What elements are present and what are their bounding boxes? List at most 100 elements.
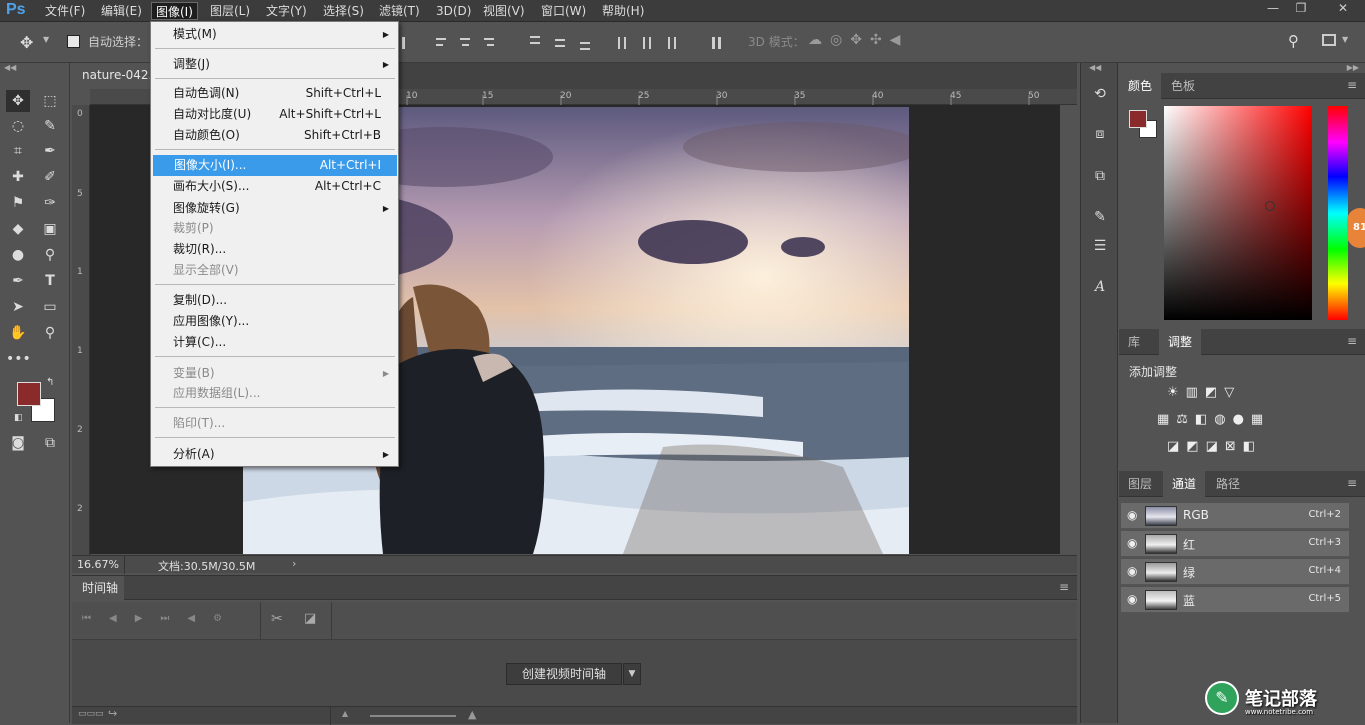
history-icon[interactable]: ⟲ (1089, 83, 1111, 105)
properties-icon[interactable]: ⧉ (1089, 165, 1111, 187)
stamp-tool-icon[interactable]: ⚑ (6, 192, 30, 214)
marquee-tool-icon[interactable]: ⬚ (38, 90, 62, 112)
tab-adjustments[interactable]: 调整 (1159, 329, 1202, 355)
chevron-down-icon[interactable]: ▼ (623, 663, 641, 685)
gradient-icon[interactable]: ▣ (38, 218, 62, 240)
foreground-color-swatch[interactable] (17, 382, 41, 406)
export-icon[interactable]: ↪ (108, 707, 117, 720)
menu-layer[interactable]: 图层(L) (206, 2, 254, 20)
color-field[interactable] (1164, 106, 1312, 320)
path-select-icon[interactable]: ➤ (6, 296, 30, 318)
notification-badge[interactable]: 81 (1347, 208, 1365, 248)
panel-menu-icon[interactable]: ≡ (1347, 334, 1357, 348)
blur-tool-icon[interactable]: ● (6, 244, 30, 266)
swap-colors-icon[interactable]: ↰ (46, 377, 54, 388)
eye-icon[interactable]: ◉ (1127, 564, 1141, 578)
tab-paths[interactable]: 路径 (1207, 471, 1249, 497)
foreground-color-swatch[interactable] (1129, 110, 1147, 128)
channel-row-rgb[interactable]: ◉ RGB Ctrl+2 (1121, 503, 1349, 529)
menu-item-image-rotation[interactable]: 图像旋转(G) ▶ (152, 198, 397, 219)
invert-icon[interactable]: ◪◩◪⊠◧ (1167, 439, 1262, 454)
tab-libraries[interactable]: 库 (1119, 329, 1149, 355)
panel-menu-icon[interactable]: ≡ (1347, 78, 1357, 92)
channel-row-red[interactable]: ◉ 红 Ctrl+3 (1121, 531, 1349, 557)
color-picker-cursor[interactable] (1265, 201, 1275, 211)
screen-mode-icon[interactable]: ⧉ (38, 432, 62, 454)
render-icon[interactable]: ▭▭▭ (78, 709, 104, 719)
menu-item-image-size[interactable]: 图像大小(I)... Alt+Ctrl+I (153, 155, 397, 176)
menu-item-auto-contrast[interactable]: 自动对比度(U) Alt+Shift+Ctrl+L (152, 104, 397, 125)
menu-item-auto-color[interactable]: 自动颜色(O) Shift+Ctrl+B (152, 125, 397, 146)
eraser-icon[interactable]: ◆ (6, 218, 30, 240)
3d-tools-icon[interactable]: ☁◎✥✣◀ (808, 32, 908, 48)
default-colors-icon[interactable]: ◧ (14, 413, 23, 423)
move-tool-icon[interactable]: ✥ (6, 90, 30, 112)
brush-tool-icon[interactable]: ✐ (38, 166, 62, 188)
eyedropper-icon[interactable]: ✒ (38, 140, 62, 162)
zoom-in-icon[interactable]: ▲ (468, 708, 476, 721)
quick-mask-icon[interactable]: ◙ (6, 432, 30, 454)
healing-brush-icon[interactable]: ✚ (6, 166, 30, 188)
character-icon[interactable]: A (1089, 276, 1111, 298)
menu-item-apply-image[interactable]: 应用图像(Y)... (152, 311, 397, 332)
menu-file[interactable]: 文件(F) (41, 2, 89, 20)
tab-swatches[interactable]: 色板 (1162, 73, 1204, 99)
auto-select-checkbox[interactable] (67, 35, 80, 48)
close-icon[interactable]: ✕ (1328, 0, 1358, 16)
panel-menu-icon[interactable]: ≡ (1347, 476, 1357, 490)
brush-settings-icon[interactable]: ✎ (1089, 206, 1111, 228)
zoom-level[interactable]: 16.67% (77, 558, 119, 571)
tab-channels[interactable]: 通道 (1163, 471, 1206, 497)
scissors-icon[interactable]: ✂ (271, 611, 283, 627)
chevron-down-icon[interactable]: ▼ (1342, 35, 1348, 44)
eye-icon[interactable]: ◉ (1127, 508, 1141, 522)
chevron-right-icon[interactable]: › (292, 557, 296, 570)
menu-3d[interactable]: 3D(D) (432, 2, 475, 20)
tab-timeline[interactable]: 时间轴 (72, 576, 124, 600)
history-brush-icon[interactable]: ✑ (38, 192, 62, 214)
pen-tool-icon[interactable]: ✒ (6, 270, 30, 292)
zoom-slider[interactable] (370, 715, 456, 717)
document-tab[interactable]: nature-042.j (72, 63, 152, 89)
type-tool-icon[interactable]: T (38, 270, 62, 292)
transition-icon[interactable]: ◪ (304, 611, 316, 626)
menu-edit[interactable]: 编辑(E) (97, 2, 146, 20)
hue-slider[interactable] (1328, 106, 1348, 320)
restore-icon[interactable]: ❐ (1290, 0, 1312, 16)
playback-controls-icon[interactable]: ⏮◀▶⏭◀⚙ (82, 613, 240, 624)
menu-filter[interactable]: 滤镜(T) (375, 2, 424, 20)
menu-help[interactable]: 帮助(H) (598, 2, 648, 20)
hue-sat-icon[interactable]: ▦⚖◧◍●▦ (1157, 412, 1270, 427)
hand-tool-icon[interactable]: ✋ (6, 322, 30, 344)
quick-select-icon[interactable]: ✎ (38, 115, 62, 137)
brightness-icon[interactable]: ☀▥◩▽ (1167, 385, 1241, 400)
menu-view[interactable]: 视图(V) (479, 2, 529, 20)
menu-item-mode[interactable]: 模式(M) ▶ (152, 24, 397, 45)
minimize-icon[interactable]: — (1262, 0, 1284, 16)
menu-item-calculations[interactable]: 计算(C)... (152, 332, 397, 353)
zoom-out-icon[interactable]: ▲ (342, 709, 348, 718)
more-tools-icon[interactable]: ••• (6, 348, 31, 370)
channel-row-green[interactable]: ◉ 绿 Ctrl+4 (1121, 559, 1349, 585)
tab-color[interactable]: 颜色 (1119, 73, 1162, 99)
menu-type[interactable]: 文字(Y) (262, 2, 311, 20)
eye-icon[interactable]: ◉ (1127, 592, 1141, 606)
tab-layers[interactable]: 图层 (1119, 471, 1161, 497)
3d-cube-icon[interactable]: ⧈ (1089, 123, 1111, 145)
eye-icon[interactable]: ◉ (1127, 536, 1141, 550)
collapse-icon[interactable]: ◀◀ (1089, 63, 1101, 72)
menu-image[interactable]: 图像(I) (151, 2, 198, 20)
collapse-icon[interactable]: ◀◀ (4, 63, 16, 72)
create-video-timeline-button[interactable]: 创建视频时间轴 (506, 663, 622, 685)
menu-window[interactable]: 窗口(W) (537, 2, 590, 20)
move-tool-icon[interactable]: ✥ (20, 33, 33, 52)
zoom-tool-icon[interactable]: ⚲ (38, 322, 62, 344)
menu-item-auto-tone[interactable]: 自动色调(N) Shift+Ctrl+L (152, 83, 397, 104)
collapse-icon[interactable]: ▶▶ (1347, 63, 1359, 72)
menu-item-trim[interactable]: 裁切(R)... (152, 239, 397, 260)
menu-item-duplicate[interactable]: 复制(D)... (152, 290, 397, 311)
search-icon[interactable]: ⚲ (1288, 32, 1299, 50)
menu-item-canvas-size[interactable]: 画布大小(S)... Alt+Ctrl+C (152, 176, 397, 197)
panel-menu-icon[interactable]: ≡ (1059, 580, 1069, 594)
crop-tool-icon[interactable]: ⌗ (6, 140, 30, 162)
